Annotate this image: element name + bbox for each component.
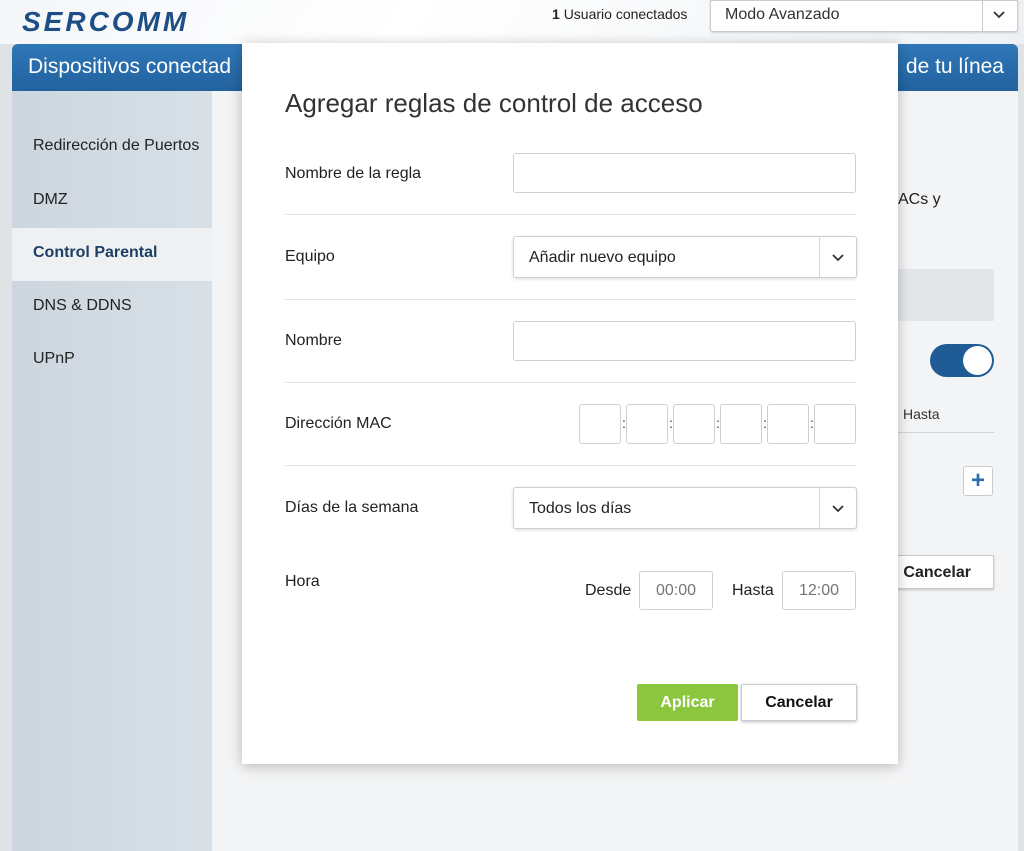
to-time-input[interactable] [782,571,856,610]
sidebar-item-label: DNS & DDNS [33,297,132,314]
apply-button[interactable]: Aplicar [637,684,738,721]
sidebar-item-label: Redirección de Puertos [33,137,200,154]
sidebar-item-label: DMZ [33,191,68,208]
device-select-value: Añadir nuevo equipo [529,249,676,266]
mac-octet-6[interactable] [814,404,856,444]
mac-address-label: Dirección MAC [285,415,392,432]
connected-users-count: 1 [552,6,560,22]
sidebar-item-label: Control Parental [33,244,158,261]
chevron-down-icon [832,254,844,262]
from-label: Desde [585,582,632,599]
cancel-button[interactable]: Cancelar [741,684,857,721]
chevron-down-icon [993,11,1005,19]
sidebar-item-port-forwarding[interactable]: Redirección de Puertos [12,121,212,174]
device-select[interactable]: Añadir nuevo equipo [513,236,857,278]
from-time-input[interactable] [639,571,713,610]
add-rule-button[interactable]: + [963,466,993,496]
device-name-input[interactable] [513,321,856,361]
background-partial-text: ACs y [898,191,941,208]
modal-title: Agregar reglas de control de acceso [285,88,703,118]
sidebar-item-label: UPnP [33,350,75,367]
rule-name-label: Nombre de la regla [285,165,422,182]
mac-octet-5[interactable] [767,404,809,444]
select-divider [819,237,820,277]
time-label: Hora [285,573,320,590]
days-select[interactable]: Todos los días [513,487,857,529]
mode-select-value: Modo Avanzado [725,6,840,23]
mac-octet-3[interactable] [673,404,715,444]
rule-name-input[interactable] [513,153,856,193]
mac-octet-1[interactable] [579,404,621,444]
sidebar-item-upnp[interactable]: UPnP [12,334,212,387]
background-column-hasta: Hasta [903,406,940,422]
divider [285,382,856,383]
days-select-value: Todos los días [529,500,632,517]
mac-octet-4[interactable] [720,404,762,444]
sidebar: Redirección de Puertos DMZ Control Paren… [12,91,212,851]
divider [285,299,856,300]
device-label: Equipo [285,248,335,265]
sidebar-item-dmz[interactable]: DMZ [12,175,212,228]
mode-select[interactable]: Modo Avanzado [710,0,1018,32]
days-label: Días de la semana [285,499,419,516]
chevron-down-icon [832,505,844,513]
sidebar-item-dns-ddns[interactable]: DNS & DDNS [12,281,212,334]
mode-select-divider [982,1,983,32]
mac-octet-2[interactable] [626,404,668,444]
parental-control-toggle[interactable] [930,344,994,377]
divider [285,465,856,466]
device-name-label: Nombre [285,332,342,349]
divider [285,214,856,215]
toggle-knob [963,346,992,375]
top-bar: SERCOMM 1 Usuario conectados Modo Avanza… [0,0,1024,44]
sidebar-item-parental-control[interactable]: Control Parental [12,228,212,281]
connected-users: 1 Usuario conectados [552,6,687,22]
connected-users-label: Usuario conectados [563,6,688,22]
access-rule-modal: Agregar reglas de control de acceso Nomb… [242,43,898,764]
nav-title-right: de tu línea [905,55,1004,78]
to-label: Hasta [732,582,774,599]
sercomm-logo: SERCOMM [22,6,190,37]
select-divider [819,488,820,528]
nav-title-left: Dispositivos conectad [28,55,232,78]
